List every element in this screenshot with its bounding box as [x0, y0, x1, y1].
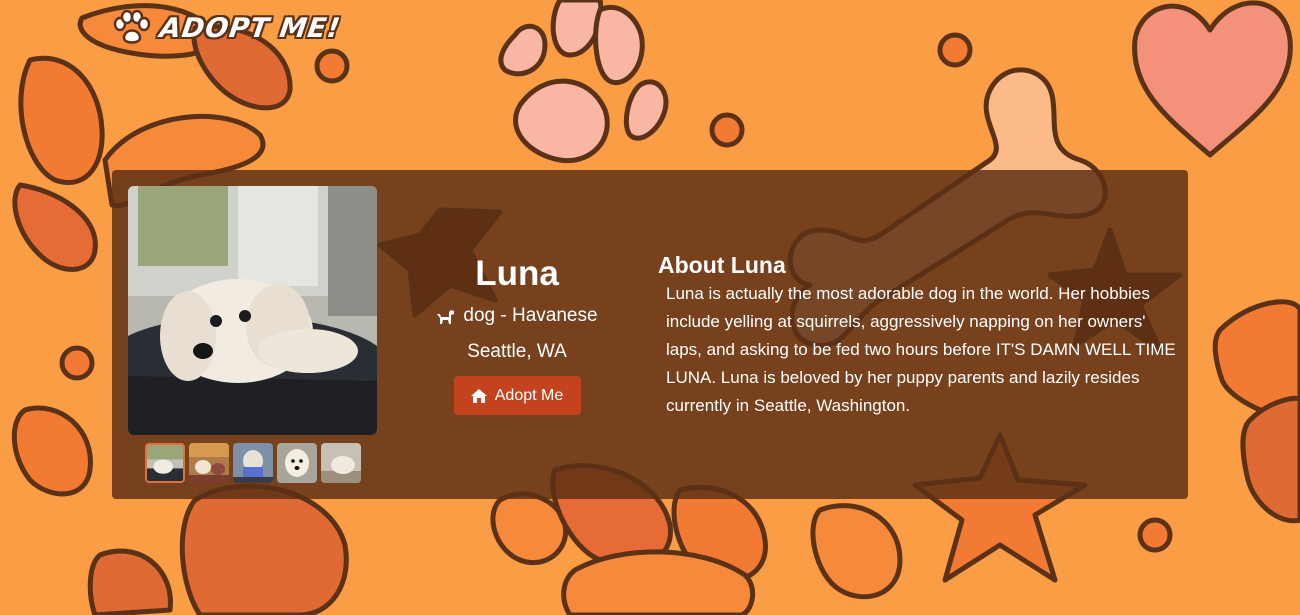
logo-text: ADOPT ME!: [157, 12, 343, 44]
thumbnail-5[interactable]: [321, 443, 361, 483]
dog-icon: [437, 309, 455, 324]
pet-info: Luna dog - Havanese Seattle, WA Adopt Me: [402, 252, 632, 415]
thumbnail-4[interactable]: [277, 443, 317, 483]
thumbnail-strip: [145, 443, 361, 483]
about-section: About Luna Luna is actually the most ado…: [658, 250, 1178, 420]
main-pet-photo: [128, 186, 377, 435]
home-icon: [470, 388, 487, 403]
paw-icon: [113, 10, 151, 44]
thumbnail-3[interactable]: [233, 443, 273, 483]
adopt-me-button[interactable]: Adopt Me: [453, 376, 581, 415]
pet-breed-line: dog - Havanese: [402, 304, 632, 328]
pet-location: Seattle, WA: [467, 341, 567, 362]
adopt-me-label: Adopt Me: [494, 386, 564, 404]
thumbnail-2[interactable]: [189, 443, 229, 483]
about-description: Luna is actually the most adorable dog i…: [666, 284, 1176, 415]
pet-name: Luna: [475, 254, 559, 293]
about-title: About Luna: [658, 252, 786, 278]
logo[interactable]: ADOPT ME!: [112, 10, 343, 46]
thumbnail-1[interactable]: [145, 443, 185, 483]
pet-card: Luna dog - Havanese Seattle, WA Adopt Me…: [112, 170, 1188, 499]
pet-breed: dog - Havanese: [463, 305, 598, 326]
